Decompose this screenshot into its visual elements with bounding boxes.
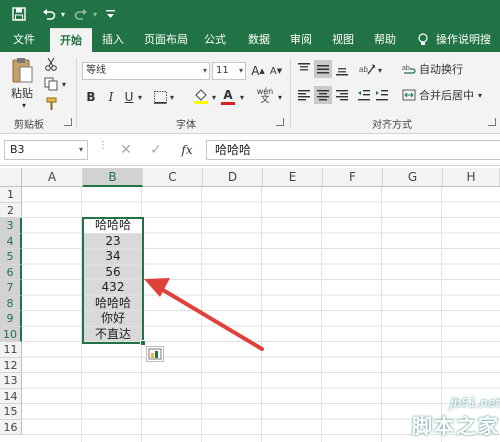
annotation-arrow-icon — [144, 278, 264, 351]
watermark-brand: 脚本之家 — [412, 414, 500, 438]
watermark-site: jb51.net — [450, 396, 500, 410]
watermark: jb51.net 脚本之家 — [412, 396, 500, 439]
